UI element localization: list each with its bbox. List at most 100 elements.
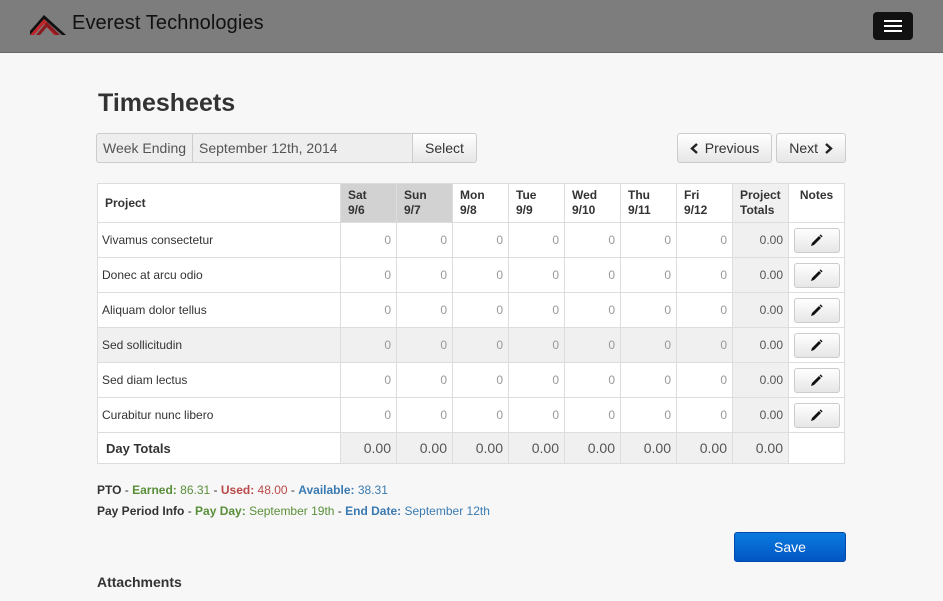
hours-input[interactable]: 0 [564,222,621,258]
project-name: Aliquam dolor tellus [97,292,341,328]
hours-input[interactable]: 0 [340,257,397,293]
edit-note-button[interactable] [793,227,840,253]
notes-cell [788,362,845,398]
hours-input[interactable]: 0 [452,327,509,363]
hours-input[interactable]: 0 [396,292,453,328]
next-button[interactable]: Next [776,133,846,163]
hours-input[interactable]: 0 [620,397,677,433]
day-header: Sun 9/7 [396,183,453,223]
hours-input[interactable]: 0 [676,327,733,363]
timesheet-table: Project Sat 9/6 Sun 9/7 Mon 9/8 Tue 9/9 Wed 9… [97,183,845,464]
pay-period-label: Pay Period Info [97,504,185,518]
table-header-row: Project Sat 9/6 Sun 9/7 Mon 9/8 Tue 9/9 Wed 9… [97,183,845,223]
hours-input[interactable]: 0 [620,292,677,328]
pto-earned-value: 86.31 [180,483,211,497]
previous-label: Previous [704,140,760,156]
hours-input[interactable]: 0 [620,257,677,293]
project-name: Sed sollicitudin [97,327,341,363]
hours-input[interactable]: 0 [564,257,621,293]
hours-input[interactable]: 0 [676,257,733,293]
hours-input[interactable]: 0 [564,327,621,363]
project-total: 0.00 [732,292,789,328]
hamburger-menu-icon[interactable] [873,12,913,40]
hours-input[interactable]: 0 [564,292,621,328]
day-header: Thu 9/11 [620,183,677,223]
end-date-value: September 12th [404,504,490,518]
hours-input[interactable]: 0 [452,397,509,433]
edit-note-button[interactable] [793,297,840,323]
hours-input[interactable]: 0 [620,362,677,398]
day-total: 0.00 [676,432,733,464]
hours-input[interactable]: 0 [676,222,733,258]
day-totals-row: Day Totals 0.00 0.00 0.00 0.00 0.00 0.00 0.00 0.… [97,432,845,464]
next-label: Next [789,140,818,156]
notes-cell [788,257,845,293]
hours-input[interactable]: 0 [564,397,621,433]
hours-input[interactable]: 0 [340,397,397,433]
project-name: Sed diam lectus [97,362,341,398]
hours-input[interactable]: 0 [396,362,453,398]
previous-button[interactable]: Previous [676,133,773,163]
mountain-logo-icon [30,14,66,35]
table-row: Sed sollicitudin 0 0 0 0 0 0 0 0.00 [97,327,845,363]
hours-input[interactable]: 0 [508,362,565,398]
day-header: Fri 9/12 [676,183,733,223]
pay-day-value: September 19th [249,504,335,518]
hours-input[interactable]: 0 [396,257,453,293]
table-row: Sed diam lectus 0 0 0 0 0 0 0 0.00 [97,362,845,398]
hours-input[interactable]: 0 [620,222,677,258]
hours-input[interactable]: 0 [508,327,565,363]
hours-input[interactable]: 0 [508,292,565,328]
hours-input[interactable]: 0 [452,257,509,293]
project-total: 0.00 [732,257,789,293]
project-name: Curabitur nunc libero [97,397,341,433]
chevron-right-icon [825,142,833,154]
hours-input[interactable]: 0 [564,362,621,398]
pto-available-value: 38.31 [357,483,388,497]
hours-input[interactable]: 0 [340,292,397,328]
day-totals-label: Day Totals [97,432,341,464]
table-row: Curabitur nunc libero 0 0 0 0 0 0 0 0.00 [97,397,845,433]
hours-input[interactable]: 0 [396,222,453,258]
table-row: Aliquam dolor tellus 0 0 0 0 0 0 0 0.00 [97,292,845,328]
hours-input[interactable]: 0 [508,397,565,433]
hours-input[interactable]: 0 [452,222,509,258]
pencil-icon [811,408,823,421]
save-button[interactable]: Save [734,532,846,562]
project-total: 0.00 [732,222,789,258]
week-ending-input[interactable]: September 12th, 2014 [193,133,414,163]
select-button[interactable]: Select [413,133,477,163]
hours-input[interactable]: 0 [340,362,397,398]
hours-input[interactable]: 0 [676,292,733,328]
hours-input[interactable]: 0 [396,327,453,363]
hours-input[interactable]: 0 [508,257,565,293]
hours-input[interactable]: 0 [452,362,509,398]
edit-note-button[interactable] [793,332,840,358]
day-total: 0.00 [396,432,453,464]
table-row: Vivamus consectetur 0 0 0 0 0 0 0 0.00 [97,222,845,258]
hours-input[interactable]: 0 [340,327,397,363]
project-totals-header: Project Totals [732,183,789,223]
edit-note-button[interactable] [793,367,840,393]
project-total: 0.00 [732,362,789,398]
hours-input[interactable]: 0 [676,397,733,433]
edit-note-button[interactable] [793,262,840,288]
day-total: 0.00 [564,432,621,464]
hours-input[interactable]: 0 [676,362,733,398]
day-header: Mon 9/8 [452,183,509,223]
day-total: 0.00 [732,432,789,464]
hours-input[interactable]: 0 [620,327,677,363]
hours-input[interactable]: 0 [340,222,397,258]
project-name: Donec at arcu odio [97,257,341,293]
chevron-left-icon [689,142,698,154]
brand[interactable]: Everest Technologies [30,12,264,35]
day-total: 0.00 [452,432,509,464]
hours-input[interactable]: 0 [396,397,453,433]
hours-input[interactable]: 0 [452,292,509,328]
week-navigation: Previous Next [676,133,846,163]
pto-info: PTO - Earned: 86.31 - Used: 48.00 - Avai… [97,483,388,497]
project-total: 0.00 [732,397,789,433]
edit-note-button[interactable] [793,402,840,428]
hours-input[interactable]: 0 [508,222,565,258]
top-navbar: Everest Technologies [0,0,943,53]
